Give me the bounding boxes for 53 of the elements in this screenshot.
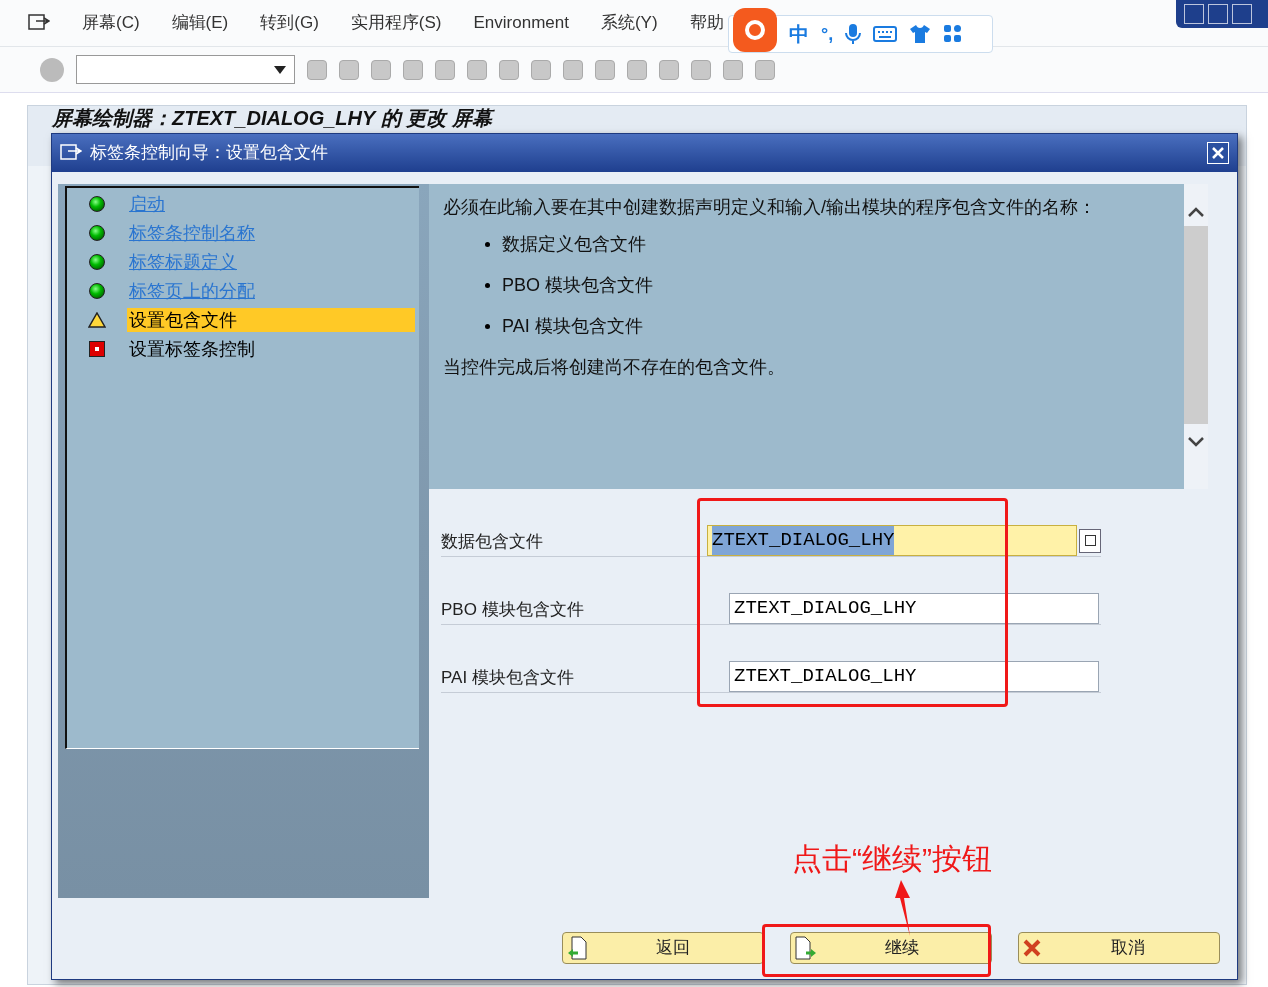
- scroll-up-icon[interactable]: [1187, 206, 1205, 218]
- dialog-title: 标签条控制向导：设置包含文件: [90, 142, 328, 165]
- field-label: PAI 模块包含文件: [441, 666, 575, 689]
- menu-item[interactable]: 帮助: [689, 10, 724, 36]
- text-input[interactable]: ZTEXT_DIALOG_LHY: [729, 661, 1099, 692]
- menu-item[interactable]: 编辑(E): [171, 10, 229, 36]
- wizard-button[interactable]: 返回: [562, 932, 764, 964]
- bullet-text: PBO 模块包含文件: [502, 274, 653, 297]
- bullet-text: 数据定义包含文件: [502, 233, 646, 256]
- stop-square-icon: [89, 341, 105, 357]
- menu-window-icon[interactable]: [28, 14, 50, 32]
- status-light-icon: [89, 254, 105, 270]
- menu-item[interactable]: 实用程序(S): [350, 10, 442, 36]
- menu-item[interactable]: 转到(G): [260, 10, 319, 36]
- scrollbar[interactable]: [1184, 184, 1208, 489]
- wizard-button[interactable]: 取消: [1018, 932, 1220, 964]
- annotation-text: 点击“继续”按钮: [792, 841, 992, 877]
- status-light-icon: [89, 283, 105, 299]
- window-menu-icon[interactable]: [60, 144, 82, 162]
- info-paragraph: 必须在此输入要在其中创建数据声明定义和输入/输出模块的程序包含文件的名称：: [443, 196, 1097, 219]
- menu-item[interactable]: Environment: [473, 10, 569, 36]
- ime-punctuation-toggle[interactable]: °,: [821, 20, 834, 48]
- grid-icon[interactable]: [943, 24, 964, 44]
- ime-language-toggle[interactable]: 中: [789, 19, 809, 49]
- field-label: PBO 模块包含文件: [441, 598, 585, 621]
- command-field[interactable]: [76, 55, 295, 84]
- warning-triangle-icon: [88, 312, 106, 328]
- keyboard-icon[interactable]: [873, 25, 898, 43]
- wizard-button[interactable]: 继续: [790, 932, 992, 964]
- bullet-icon: [485, 324, 490, 329]
- text-input[interactable]: ZTEXT_DIALOG_LHY: [707, 525, 1077, 556]
- status-light-icon: [89, 196, 105, 212]
- dropdown-caret-icon[interactable]: [274, 65, 286, 74]
- wizard-step[interactable]: 设置标签条控制: [127, 337, 255, 361]
- status-light-icon: [89, 225, 105, 241]
- info-paragraph: 当控件完成后将创建尚不存在的包含文件。: [443, 356, 786, 379]
- cross-icon: [1023, 939, 1041, 957]
- value-help-icon[interactable]: [1079, 528, 1101, 553]
- menu-item[interactable]: 屏幕(C): [82, 10, 140, 36]
- microphone-icon[interactable]: [845, 23, 862, 45]
- scroll-down-icon[interactable]: [1187, 436, 1205, 448]
- bullet-icon: [485, 242, 490, 247]
- menu-item[interactable]: 系统(Y): [600, 10, 658, 36]
- ime-logo-icon[interactable]: [733, 8, 777, 52]
- field-label: 数据包含文件: [441, 530, 544, 553]
- text-input[interactable]: ZTEXT_DIALOG_LHY: [729, 593, 1099, 624]
- background-screen-title: 屏幕绘制器：ZTEXT_DIALOG_LHY 的 更改 屏幕: [52, 106, 1246, 130]
- bullet-icon: [485, 283, 490, 288]
- page-left-arrow-icon: [567, 936, 587, 960]
- bullet-text: PAI 模块包含文件: [502, 315, 643, 338]
- shirt-icon[interactable]: [909, 24, 932, 44]
- wizard-step[interactable]: 设置包含文件: [127, 308, 415, 332]
- page-right-arrow-icon: [795, 936, 817, 960]
